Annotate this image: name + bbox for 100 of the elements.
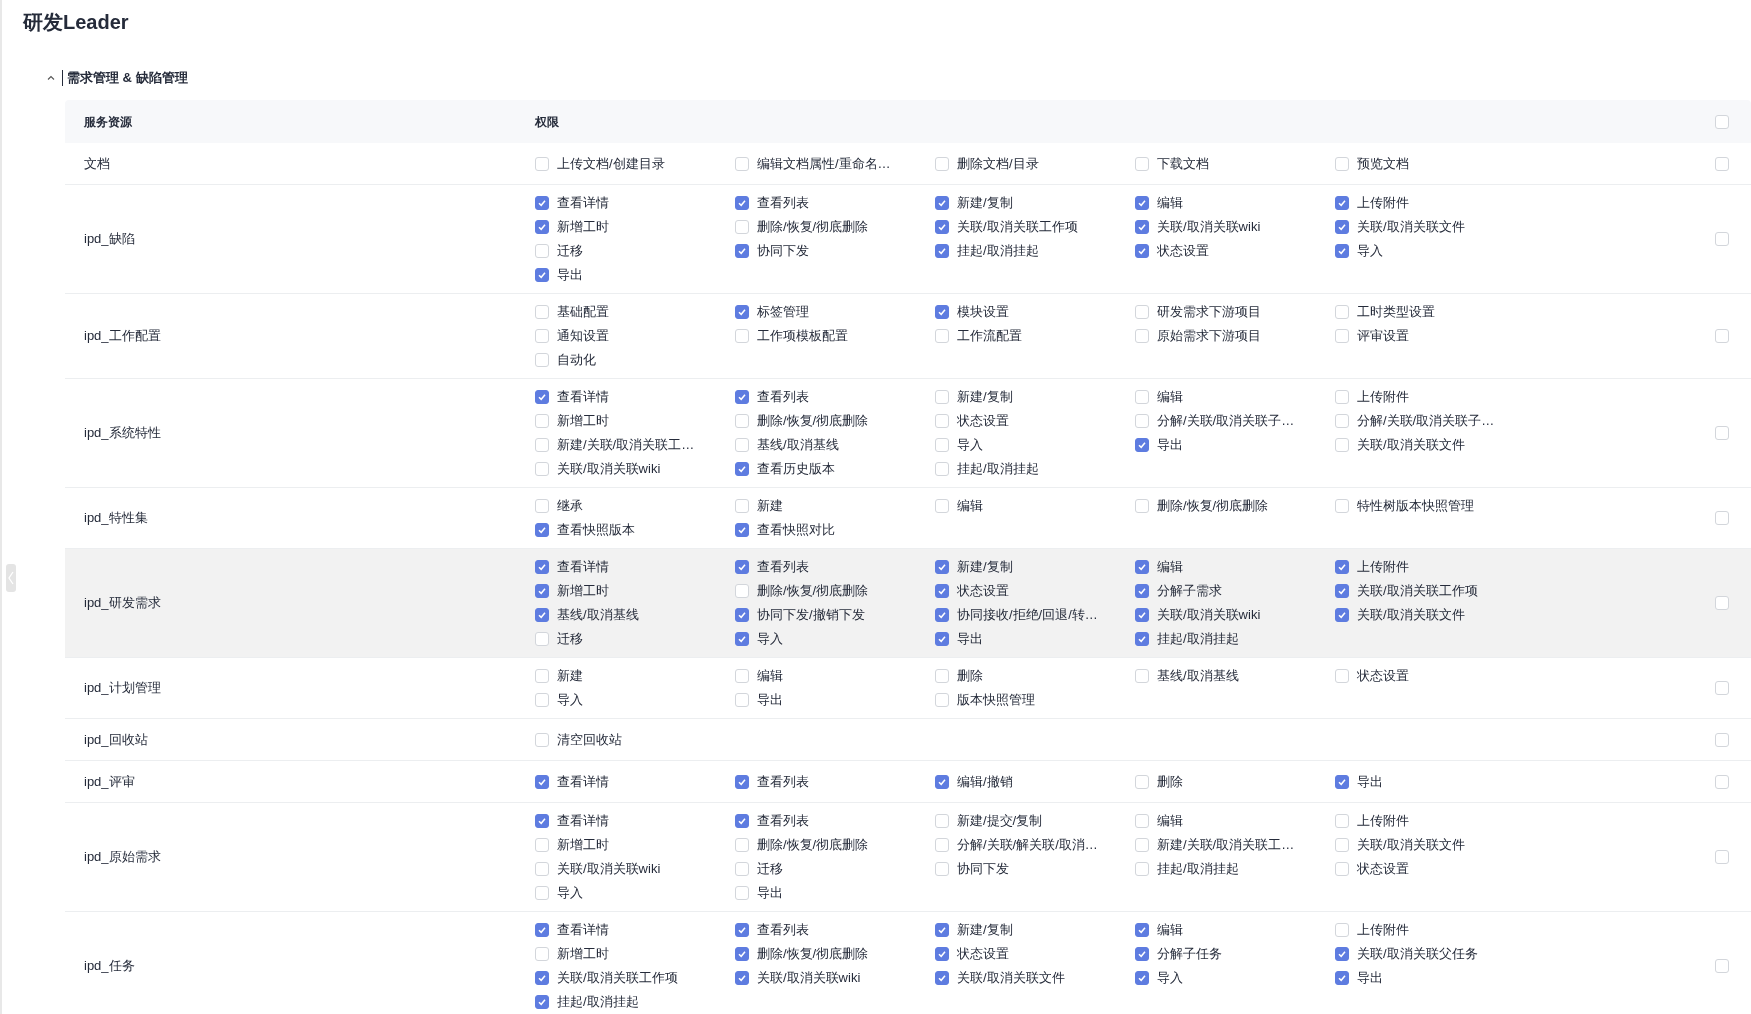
checkbox[interactable] (935, 244, 949, 258)
checkbox[interactable] (735, 923, 749, 937)
checkbox[interactable] (1335, 947, 1349, 961)
checkbox[interactable] (535, 523, 549, 537)
checkbox[interactable] (935, 584, 949, 598)
checkbox[interactable] (735, 814, 749, 828)
permission-label: 导入 (557, 884, 583, 903)
permission-label: 协同下发 (757, 242, 809, 261)
checkbox[interactable] (735, 196, 749, 210)
permission-label: 删除 (1157, 772, 1183, 791)
checkbox[interactable] (535, 923, 549, 937)
checkbox[interactable] (935, 608, 949, 622)
permission-label: 导出 (1357, 772, 1383, 791)
checkbox[interactable] (735, 947, 749, 961)
permission-label: 新建/提交/复制 (957, 812, 1043, 831)
checkbox[interactable] (535, 774, 549, 789)
checkbox[interactable] (535, 390, 549, 404)
permission-label: 查看列表 (757, 772, 809, 791)
checkbox[interactable] (1135, 608, 1149, 622)
permission-label: 状态设置 (957, 945, 1009, 964)
checkbox[interactable] (735, 244, 749, 258)
checkbox[interactable] (535, 971, 549, 985)
checkbox[interactable] (1335, 774, 1349, 789)
checkbox[interactable] (535, 560, 549, 574)
checkbox[interactable] (535, 584, 549, 598)
resource-name: ipd_计划管理 (83, 679, 162, 698)
checkbox[interactable] (535, 608, 549, 622)
checkmark-icon (537, 198, 547, 208)
checkbox[interactable] (735, 560, 749, 574)
checkmark-icon (537, 997, 547, 1007)
permission-label: 关联/取消关联wiki (557, 460, 661, 479)
checkmark-icon (537, 525, 547, 535)
checkbox[interactable] (1135, 923, 1149, 937)
permission-label: 基线/取消基线 (757, 436, 839, 455)
checkbox[interactable] (1335, 560, 1349, 574)
permission-label: 基线/取消基线 (1157, 667, 1239, 686)
checkbox[interactable] (1135, 560, 1149, 574)
checkbox[interactable] (535, 268, 549, 282)
checkbox[interactable] (1135, 947, 1149, 961)
checkbox[interactable] (735, 632, 749, 646)
checkmark-icon (1137, 634, 1147, 644)
checkmark-icon (1337, 610, 1347, 620)
checkbox[interactable] (935, 971, 949, 985)
checkbox[interactable] (1135, 584, 1149, 598)
checkbox[interactable] (735, 608, 749, 622)
permission-label: 挂起/取消挂起 (1157, 630, 1239, 649)
permission-label: 新建 (557, 667, 583, 686)
checkbox[interactable] (1335, 196, 1349, 210)
checkbox[interactable] (535, 814, 549, 828)
checkbox[interactable] (935, 923, 949, 937)
checkbox[interactable] (1335, 244, 1349, 258)
collapse-handle-icon[interactable] (6, 564, 16, 592)
permission-label: 查看列表 (757, 812, 809, 831)
permission-label: 查看历史版本 (757, 460, 835, 479)
permission-label: 工作项模板配置 (757, 327, 848, 346)
checkbox[interactable] (735, 390, 749, 404)
permission-label: 导出 (1157, 436, 1183, 455)
permission-label: 特性树版本快照管理 (1357, 497, 1474, 516)
checkbox[interactable] (735, 774, 749, 789)
checkbox[interactable] (935, 560, 949, 574)
checkbox[interactable] (735, 523, 749, 537)
permission-label: 分解子任务 (1157, 945, 1222, 964)
checkmark-icon (537, 222, 547, 232)
permission-label: 导入 (757, 630, 783, 649)
checkbox[interactable] (935, 774, 949, 789)
checkbox[interactable] (735, 305, 749, 319)
checkbox[interactable] (1135, 196, 1149, 210)
permission-label: 关联/取消关联父任务 (1357, 945, 1478, 964)
permission-label: 上传附件 (1357, 921, 1409, 940)
checkbox[interactable] (535, 220, 549, 234)
checkbox[interactable] (1135, 220, 1149, 234)
page-title: 研发Leader (23, 10, 129, 35)
checkbox[interactable] (1135, 971, 1149, 985)
checkbox[interactable] (1335, 584, 1349, 598)
checkbox[interactable] (935, 632, 949, 646)
checkbox[interactable] (1335, 220, 1349, 234)
checkbox[interactable] (935, 947, 949, 961)
checkbox[interactable] (1335, 608, 1349, 622)
permission-label: 分解子需求 (1157, 582, 1222, 601)
checkbox[interactable] (535, 995, 549, 1009)
checkmark-icon (537, 586, 547, 596)
permission-label: 版本快照管理 (957, 691, 1035, 710)
checkbox[interactable] (935, 196, 949, 210)
checkmark-icon (737, 776, 747, 787)
checkbox[interactable] (935, 305, 949, 319)
permission-label: 关联/取消关联wiki (757, 969, 861, 988)
checkbox[interactable] (1135, 438, 1149, 452)
checkmark-icon (737, 246, 747, 256)
permission-label: 下载文档 (1157, 154, 1209, 173)
permission-label: 删除/恢复/彻底删除 (757, 218, 869, 237)
checkbox[interactable] (1135, 632, 1149, 646)
checkbox[interactable] (935, 220, 949, 234)
checkbox[interactable] (535, 196, 549, 210)
permission-label: 新增工时 (557, 582, 609, 601)
checkbox[interactable] (735, 462, 749, 476)
checkmark-icon (537, 562, 547, 572)
checkmark-icon (1137, 562, 1147, 572)
checkbox[interactable] (1135, 244, 1149, 258)
checkbox[interactable] (1335, 971, 1349, 985)
checkbox[interactable] (735, 971, 749, 985)
